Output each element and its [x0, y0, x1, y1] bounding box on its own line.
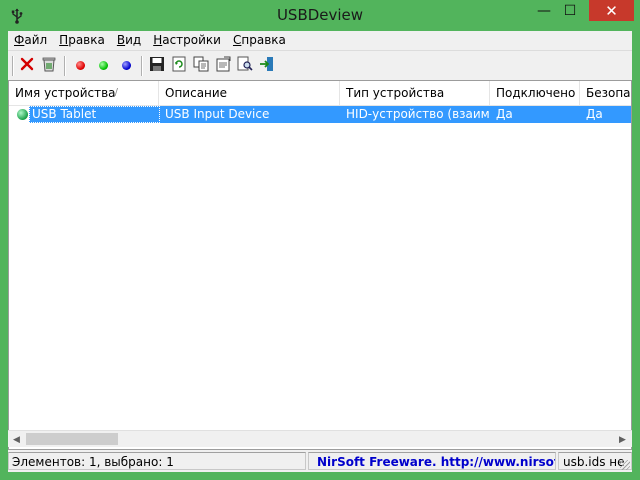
scroll-right-button[interactable]: ▶ [614, 431, 631, 448]
column-header-connected[interactable]: Подключено [490, 81, 580, 105]
arrow-right-icon: ▶ [619, 434, 626, 445]
auto-button[interactable] [117, 56, 135, 74]
menu-file-label: айл [24, 33, 48, 47]
maximize-button[interactable]: ☐ [557, 0, 583, 21]
column-header-label: Тип устройства [346, 86, 445, 100]
cell-safe-remove: Да [586, 107, 603, 121]
cell-device-name: USB Tablet [32, 107, 97, 121]
menu-bar: Файл Правка Вид Настройки Справка [8, 31, 632, 50]
toolbar-separator [141, 56, 143, 76]
menu-settings-label: астройки [162, 33, 221, 47]
menu-settings-hotkey: Н [153, 33, 163, 47]
cell-description: USB Input Device [165, 107, 270, 121]
find-button[interactable] [236, 56, 254, 74]
toolbar [8, 50, 632, 80]
refresh-button[interactable] [170, 56, 188, 74]
cell-device-type: HID-устройство (взаим… [346, 107, 490, 121]
resize-grip-icon[interactable] [620, 460, 630, 470]
exit-button[interactable] [258, 56, 276, 74]
save-button[interactable] [148, 56, 166, 74]
maximize-icon: ☐ [563, 2, 577, 19]
find-icon [237, 56, 253, 75]
horizontal-scrollbar[interactable]: ◀ ▶ [8, 430, 632, 447]
cell-connected: Да [496, 107, 513, 121]
menu-help[interactable]: Справка [227, 31, 292, 50]
toolbar-separator [64, 56, 66, 76]
uninstall-icon [41, 56, 57, 75]
column-header-label: Безопас [586, 86, 631, 100]
arrow-left-icon: ◀ [13, 434, 20, 445]
column-header-device-name[interactable]: Имя устройства / [9, 81, 159, 105]
uninstall-button[interactable] [40, 56, 58, 74]
properties-icon [215, 56, 231, 75]
sort-arrow-icon: / [114, 87, 118, 98]
column-header-label: Имя устройства [15, 86, 116, 100]
status-bar: Элементов: 1, выбрано: 1 NirSoft Freewar… [8, 450, 632, 472]
menu-view-label: ид [125, 33, 142, 47]
menu-edit[interactable]: Правка [53, 31, 111, 50]
device-list[interactable]: Имя устройства / Описание Тип устройства… [8, 80, 632, 450]
scroll-left-button[interactable]: ◀ [8, 431, 25, 448]
nirsoft-link[interactable]: NirSoft Freeware. http://www.nirsoft.net [308, 452, 556, 470]
column-header-label: Подключено [496, 86, 576, 100]
status-item-count: Элементов: 1, выбрано: 1 [8, 452, 306, 470]
table-row[interactable]: USB Tablet USB Input Device HID-устройст… [9, 106, 631, 123]
menu-settings[interactable]: Настройки [147, 31, 227, 50]
menu-view[interactable]: Вид [111, 31, 147, 50]
column-header-safe-remove[interactable]: Безопас [580, 81, 631, 105]
red-dot-icon [75, 60, 85, 70]
list-header: Имя устройства / Описание Тип устройства… [9, 81, 631, 106]
save-icon [149, 56, 165, 75]
copy-icon [193, 56, 209, 75]
column-header-device-type[interactable]: Тип устройства [340, 81, 490, 105]
menu-view-hotkey: В [116, 33, 126, 47]
menu-edit-hotkey: П [59, 33, 69, 47]
toolbar-separator [12, 56, 14, 76]
close-button[interactable]: ✕ [589, 0, 634, 21]
title-bar[interactable]: USBDeview — ☐ ✕ [0, 0, 640, 31]
minimize-button[interactable]: — [531, 0, 557, 21]
column-header-description[interactable]: Описание [159, 81, 340, 105]
app-window: USBDeview — ☐ ✕ Файл Правка Вид Настройк… [0, 0, 640, 480]
disable-button[interactable] [71, 56, 89, 74]
menu-file-hotkey: Ф [14, 33, 25, 47]
properties-button[interactable] [214, 56, 232, 74]
disconnect-icon [20, 57, 34, 74]
green-dot-icon [98, 60, 108, 70]
close-icon: ✕ [605, 1, 618, 20]
disconnect-button[interactable] [18, 56, 36, 74]
minimize-icon: — [537, 2, 551, 19]
menu-edit-label: равка [68, 33, 105, 47]
menu-help-label: правка [241, 33, 286, 47]
column-header-label: Описание [165, 86, 228, 100]
refresh-icon [171, 56, 187, 75]
menu-file[interactable]: Файл [8, 31, 53, 50]
blue-dot-icon [121, 60, 131, 70]
copy-button[interactable] [192, 56, 210, 74]
enable-button[interactable] [94, 56, 112, 74]
exit-icon [259, 56, 275, 75]
scrollbar-thumb[interactable] [26, 433, 118, 445]
